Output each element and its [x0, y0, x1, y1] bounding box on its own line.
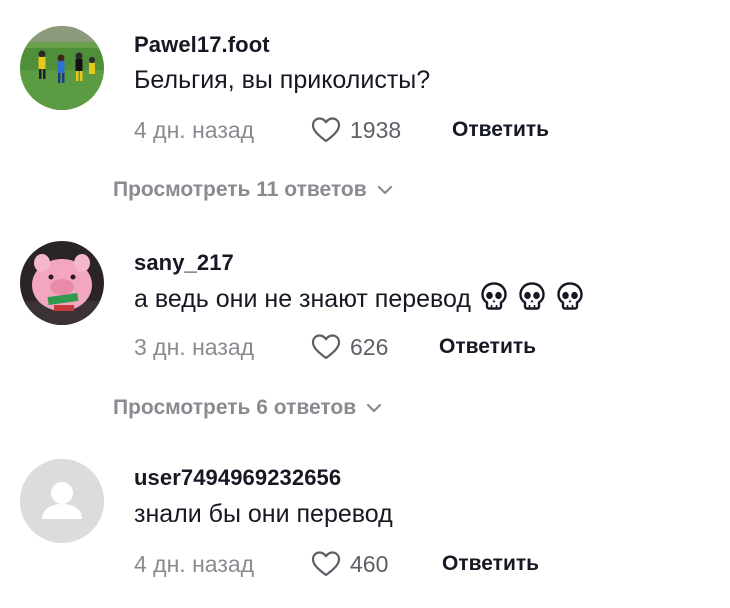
avatar[interactable]: [20, 26, 104, 110]
like-count: 626: [350, 333, 389, 360]
heart-icon: [311, 334, 341, 360]
comment-time: 3 дн. назад: [134, 333, 255, 360]
comment-meta: 4 дн. назад 460 Ответить: [134, 548, 634, 580]
view-replies-button[interactable]: Просмотреть 6 ответов: [113, 394, 382, 422]
heart-icon: [311, 117, 341, 143]
heart-icon: [311, 551, 341, 577]
comment-time: 4 дн. назад: [134, 116, 255, 143]
like-count: 460: [350, 550, 389, 577]
comment-time: 4 дн. назад: [134, 550, 255, 577]
comment-text: а ведь они не знают перевод: [134, 281, 585, 318]
skull-emoji: [517, 281, 547, 318]
pink-plush-toy-photo: [20, 241, 104, 325]
reply-button[interactable]: Ответить: [442, 548, 539, 580]
skull-emoji: [479, 281, 509, 318]
comment-text-content: знали бы они перевод: [134, 500, 393, 528]
comment-meta: 4 дн. назад 1938 Ответить: [134, 114, 634, 146]
comment-username[interactable]: Pawel17.foot: [134, 32, 270, 58]
chevron-down-icon: [377, 185, 392, 195]
view-replies-label: Просмотреть 11 ответов: [113, 178, 367, 201]
avatar[interactable]: [20, 241, 104, 325]
view-replies-label: Просмотреть 6 ответов: [113, 396, 357, 419]
avatar[interactable]: [20, 459, 104, 543]
comment-meta: 3 дн. назад 626 Ответить: [134, 331, 634, 363]
reply-button[interactable]: Ответить: [452, 114, 549, 146]
like-button[interactable]: 460: [310, 548, 388, 580]
comment-username[interactable]: user7494969232656: [134, 465, 341, 491]
like-button[interactable]: 1938: [310, 114, 401, 146]
skull-emoji: [555, 281, 585, 318]
comment-text: знали бы они перевод: [134, 500, 393, 529]
comment-text: Бельгия, вы приколисты?: [134, 66, 430, 95]
default-user-avatar: [20, 459, 104, 543]
chevron-down-icon: [367, 403, 382, 413]
view-replies-button[interactable]: Просмотреть 11 ответов: [113, 176, 393, 204]
comment-text-content: Бельгия, вы приколисты?: [134, 66, 431, 94]
football-players-photo: [20, 26, 104, 110]
comment-username[interactable]: sany_217: [134, 250, 234, 276]
comment-item: Pawel17.foot Бельгия, вы приколисты? 4 д…: [0, 0, 730, 170]
like-count: 1938: [350, 116, 402, 143]
like-button[interactable]: 626: [310, 331, 388, 363]
comment-text-content: а ведь они не знают перевод: [134, 284, 471, 313]
reply-button[interactable]: Ответить: [439, 331, 536, 363]
